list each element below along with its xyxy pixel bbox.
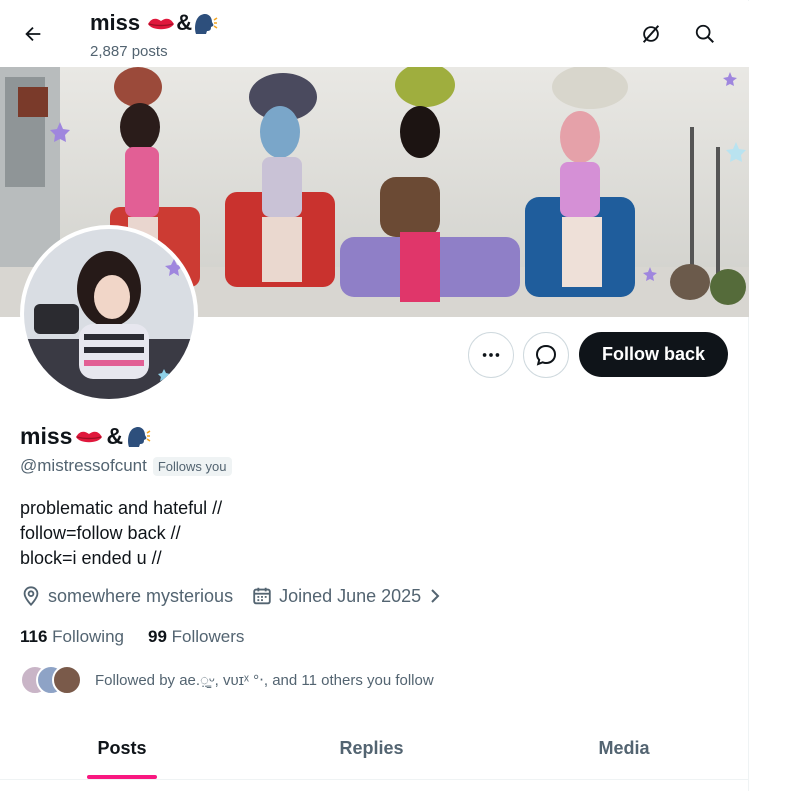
bio-line: follow=follow back // (20, 523, 181, 543)
location-pin-icon (23, 586, 39, 607)
location-text: somewhere mysterious (48, 585, 234, 606)
followed-by-text: Followed by ae.◌̤̳ᵕ, ᴠᴜɪˣ °‧, and 11 oth… (95, 672, 434, 689)
following-count: 116 (20, 627, 48, 646)
tab-label: Replies (339, 738, 404, 758)
more-button[interactable] (468, 332, 514, 378)
follows-you-badge: Follows you (152, 456, 232, 476)
tab-label: Media (598, 738, 650, 758)
followed-by-row[interactable]: Followed by ae.◌̤̳ᵕ, ᴠᴜɪˣ °‧, and 11 oth… (20, 665, 434, 695)
header-name-suffix: & (176, 10, 193, 35)
more-icon (482, 353, 500, 357)
tab-posts[interactable]: Posts (0, 718, 244, 779)
chevron-right-icon (431, 589, 440, 603)
arrow-left-icon (25, 26, 41, 42)
location-item: somewhere mysterious (20, 585, 233, 607)
header-name-text: miss (90, 10, 141, 35)
header-post-count: 2,887 posts (90, 43, 168, 60)
profile-handle: @mistressofcunt (20, 456, 147, 475)
followers-count: 99 (147, 627, 167, 646)
tab-media[interactable]: Media (499, 718, 749, 779)
followed-by-avatars (20, 665, 82, 695)
grok-button[interactable] (632, 15, 670, 53)
lips-emoji-icon (76, 431, 103, 442)
avatar-photo (24, 229, 194, 399)
header-display-name: miss & (90, 10, 218, 36)
profile-column: miss & 2,887 posts Follow back miss & @m… (0, 0, 749, 791)
calendar-icon (253, 587, 271, 605)
profile-tabs: Posts Replies Media (0, 718, 749, 780)
followers-label: Followers (171, 627, 245, 646)
joined-text: Joined June 2025 (279, 585, 422, 606)
profile-meta: somewhere mysterious Joined June 2025 (20, 585, 461, 607)
search-button[interactable] (686, 15, 724, 53)
bio-line: problematic and hateful // (20, 498, 223, 518)
follow-back-button[interactable]: Follow back (579, 332, 728, 377)
tab-replies[interactable]: Replies (244, 718, 499, 779)
profile-header: miss & 2,887 posts (0, 1, 749, 67)
speaking-head-emoji-icon (128, 426, 151, 447)
profile-name-suffix: & (106, 423, 124, 449)
bio-line: block=i ended u // (20, 548, 162, 568)
tab-label: Posts (97, 738, 147, 758)
speaking-head-emoji-icon (195, 14, 218, 35)
following-link[interactable]: 116 Following (20, 627, 124, 647)
mini-avatar (52, 665, 82, 695)
profile-avatar[interactable] (20, 225, 198, 403)
search-icon (695, 24, 714, 43)
posts-label: posts (131, 43, 168, 60)
lips-emoji-icon (148, 18, 175, 30)
active-tab-indicator (87, 775, 157, 779)
follow-stats: 116 Following 99 Followers (20, 627, 268, 647)
joined-item[interactable]: Joined June 2025 (251, 585, 443, 607)
posts-count: 2,887 (90, 43, 128, 60)
handle-row: @mistressofcunt Follows you (20, 456, 232, 476)
profile-bio: problematic and hateful // follow=follow… (20, 496, 222, 571)
profile-name-text: miss (20, 423, 73, 449)
message-icon (535, 344, 557, 366)
grok-icon (642, 25, 660, 43)
message-button[interactable] (523, 332, 569, 378)
followers-link[interactable]: 99 Followers (148, 627, 244, 647)
back-button[interactable] (14, 15, 52, 53)
right-pane (749, 0, 785, 791)
profile-display-name: miss & (20, 423, 151, 450)
following-label: Following (52, 627, 124, 646)
